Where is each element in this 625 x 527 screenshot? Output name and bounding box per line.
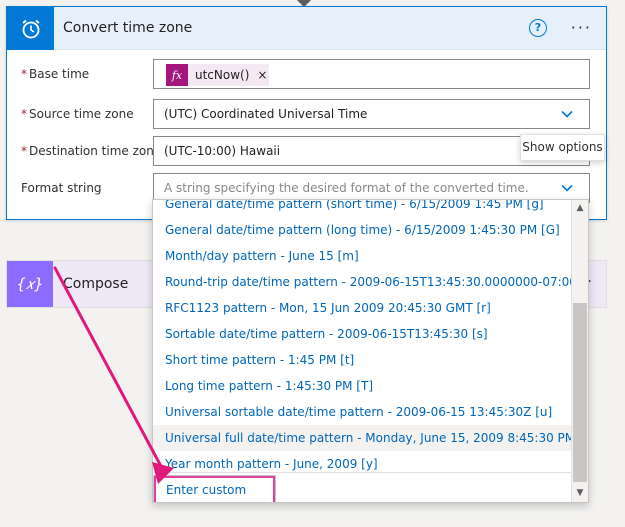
format-options-dropdown[interactable]: General date/time pattern (short time) -… [152, 199, 589, 503]
scroll-down-icon[interactable]: ▼ [572, 485, 588, 502]
list-item[interactable]: General date/time pattern (long time) - … [153, 217, 573, 243]
destination-time-zone-value: (UTC-10:00) Hawaii [164, 144, 281, 158]
destination-time-zone-label: * Destination time zone [21, 144, 162, 158]
list-item[interactable]: Universal sortable date/time pattern - 2… [153, 399, 573, 425]
required-marker: * [21, 107, 27, 121]
dropdown-scrollbar[interactable]: ▲ ▼ [571, 200, 588, 502]
scrollbar-thumb[interactable] [573, 303, 587, 482]
list-item[interactable]: RFC1123 pattern - Mon, 15 Jun 2009 20:45… [153, 295, 573, 321]
more-options-icon[interactable]: ··· [571, 18, 592, 37]
convert-time-zone-card: Convert time zone ? ··· * Base time fx ut… [6, 6, 607, 220]
source-time-zone-label: * Source time zone [21, 107, 134, 121]
help-icon[interactable]: ? [529, 19, 547, 37]
card-title: Convert time zone [63, 20, 193, 36]
base-time-row: * Base time fx utcNow() × [7, 59, 606, 89]
enter-custom-value-button[interactable]: Enter custom value [153, 475, 276, 502]
destination-time-zone-row: * Destination time zone (UTC-10:00) Hawai… [7, 136, 606, 166]
list-item[interactable]: Month/day pattern - June 15 [m] [153, 243, 573, 269]
dropdown-divider [153, 472, 573, 473]
scroll-up-icon[interactable]: ▲ [572, 200, 588, 217]
alarm-clock-icon [7, 7, 54, 50]
source-time-zone-select[interactable]: (UTC) Coordinated Universal Time [153, 99, 590, 129]
list-item[interactable]: General date/time pattern (short time) -… [153, 200, 573, 217]
list-item[interactable]: Sortable date/time pattern - 2009-06-15T… [153, 321, 573, 347]
format-string-label: Format string [21, 181, 102, 195]
token-label: utcNow() [195, 68, 250, 82]
list-item[interactable]: Year month pattern - June, 2009 [y] [153, 451, 573, 472]
expression-icon: fx [166, 64, 188, 86]
remove-token-icon[interactable]: × [257, 68, 267, 82]
required-marker: * [21, 67, 27, 81]
compose-icon: {𝑥} [7, 261, 53, 307]
source-time-zone-value: (UTC) Coordinated Universal Time [164, 107, 368, 121]
list-item[interactable]: Round-trip date/time pattern - 2009-06-1… [153, 269, 573, 295]
required-marker: * [21, 144, 27, 158]
format-string-placeholder: A string specifying the desired format o… [164, 181, 529, 195]
list-item[interactable]: Long time pattern - 1:45:30 PM [T] [153, 373, 573, 399]
compose-title: Compose [63, 276, 129, 292]
utcnow-token[interactable]: fx utcNow() × [166, 64, 269, 86]
base-time-input[interactable]: fx utcNow() × [153, 59, 590, 89]
chevron-down-icon[interactable] [561, 108, 573, 120]
card-header[interactable]: Convert time zone ? ··· [7, 7, 606, 50]
list-item[interactable]: Universal full date/time pattern - Monda… [153, 425, 573, 451]
chevron-down-icon[interactable] [561, 182, 573, 194]
dropdown-list: General date/time pattern (short time) -… [153, 200, 573, 472]
base-time-label: * Base time [21, 67, 90, 81]
list-item[interactable]: Short time pattern - 1:45 PM [t] [153, 347, 573, 373]
show-options-tooltip: Show options [520, 134, 605, 161]
source-time-zone-row: * Source time zone (UTC) Coordinated Univ… [7, 99, 606, 129]
